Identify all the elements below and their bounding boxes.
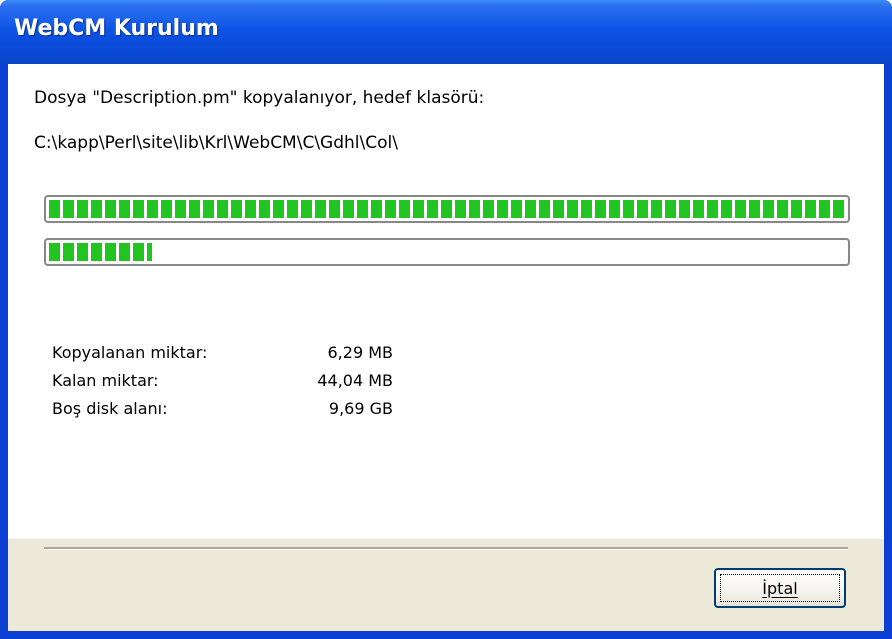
content-panel: Dosya "Description.pm" kopyalanıyor, hed… [8,64,884,539]
free-disk-space-label: Boş disk alanı: [52,399,168,418]
free-disk-space-value: 9,69 GB [328,399,393,418]
cancel-button-label: İptal [762,578,798,598]
copied-amount-value: 6,29 MB [327,343,394,362]
overall-progress-bar [44,195,850,223]
target-path-text: C:\kapp\Perl\site\lib\Krl\WebCM\C\Gdhl\C… [34,133,398,153]
installer-window: WebCM Kurulum Dosya "Description.pm" kop… [0,0,892,639]
remaining-amount-value: 44,04 MB [317,371,393,390]
remaining-amount-label: Kalan miktar: [52,371,159,390]
file-progress-bar [44,238,850,266]
overall-progress-fill [49,200,845,218]
dialog-body: Dosya "Description.pm" kopyalanıyor, hed… [8,64,884,631]
footer-separator [44,547,848,550]
file-progress-fill [49,243,152,261]
cancel-button[interactable]: İptal [714,568,846,608]
title-bar[interactable]: WebCM Kurulum [0,0,892,64]
copying-status-text: Dosya "Description.pm" kopyalanıyor, hed… [34,88,485,108]
copied-amount-label: Kopyalanan miktar: [52,343,208,362]
window-title: WebCM Kurulum [14,16,219,41]
